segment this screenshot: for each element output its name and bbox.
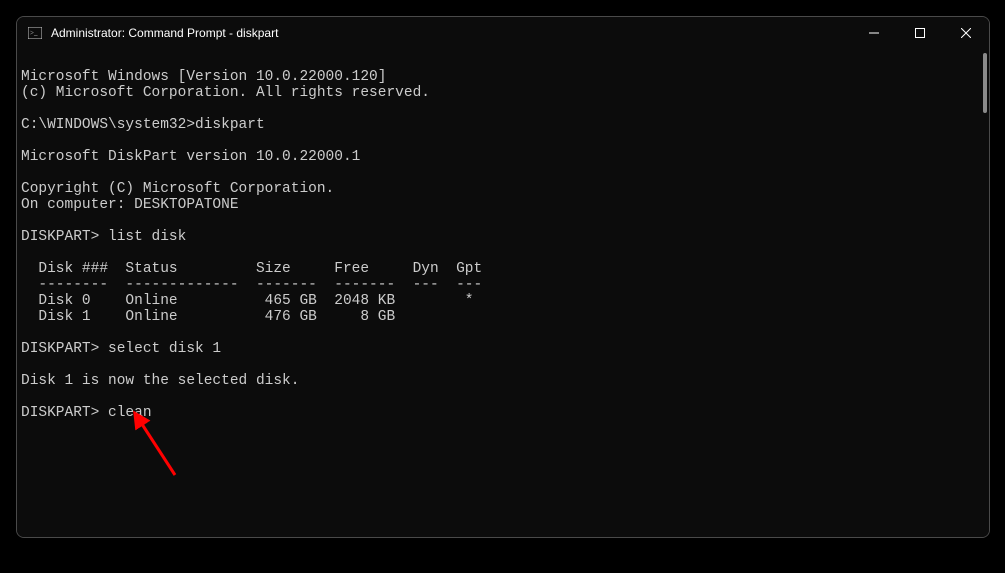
output-line: (c) Microsoft Corporation. All rights re…	[21, 85, 430, 101]
output-line: On computer: DESKTOPATONE	[21, 197, 239, 213]
terminal-output[interactable]: Microsoft Windows [Version 10.0.22000.12…	[17, 49, 989, 537]
prompt-line: DISKPART> clean	[21, 405, 152, 421]
table-divider: -------- ------------- ------- ------- -…	[21, 277, 482, 293]
svg-text:>_: >_	[30, 29, 38, 37]
titlebar[interactable]: >_ Administrator: Command Prompt - diskp…	[17, 17, 989, 49]
output-line: Microsoft Windows [Version 10.0.22000.12…	[21, 69, 386, 85]
output-line: Microsoft DiskPart version 10.0.22000.1	[21, 149, 360, 165]
maximize-button[interactable]	[897, 17, 943, 49]
minimize-button[interactable]	[851, 17, 897, 49]
scrollbar-thumb[interactable]	[983, 53, 987, 113]
table-header: Disk ### Status Size Free Dyn Gpt	[21, 261, 482, 277]
close-button[interactable]	[943, 17, 989, 49]
table-row: Disk 0 Online 465 GB 2048 KB *	[21, 293, 473, 309]
prompt-line: DISKPART> list disk	[21, 229, 186, 245]
window-controls	[851, 17, 989, 49]
output-line: Disk 1 is now the selected disk.	[21, 373, 299, 389]
prompt-line: DISKPART> select disk 1	[21, 341, 221, 357]
window-title: Administrator: Command Prompt - diskpart	[51, 26, 851, 40]
prompt-line: C:\WINDOWS\system32>diskpart	[21, 117, 265, 133]
command-prompt-window: >_ Administrator: Command Prompt - diskp…	[16, 16, 990, 538]
output-line: Copyright (C) Microsoft Corporation.	[21, 181, 334, 197]
table-row: Disk 1 Online 476 GB 8 GB	[21, 309, 395, 325]
app-icon: >_	[27, 25, 43, 41]
